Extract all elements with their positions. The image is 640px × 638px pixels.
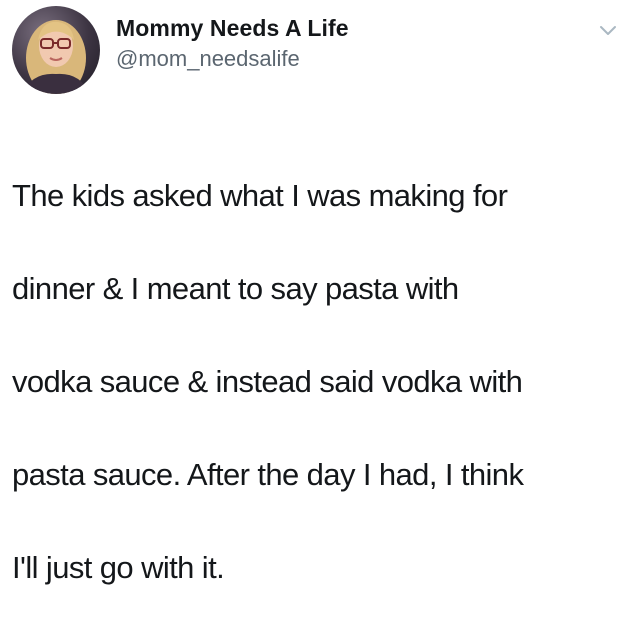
author-names: Mommy Needs A Life @mom_needsalife <box>116 14 349 72</box>
avatar[interactable] <box>12 6 100 94</box>
tweet-card: Mommy Needs A Life @mom_needsalife The k… <box>0 0 640 585</box>
tweet-text: The kids asked what I was making for din… <box>12 126 628 638</box>
tweet-text-line: pasta sauce. After the day I had, I thin… <box>12 456 524 492</box>
author-display-name[interactable]: Mommy Needs A Life <box>116 14 349 42</box>
tweet-text-line: I'll just go with it. <box>12 549 225 585</box>
author-handle[interactable]: @mom_needsalife <box>116 46 349 72</box>
profile-photo-icon <box>22 20 90 94</box>
tweet-text-line: vodka sauce & instead said vodka with <box>12 363 523 399</box>
chevron-down-icon[interactable] <box>596 18 620 42</box>
tweet-text-line: The kids asked what I was making for <box>12 177 508 213</box>
tweet-header: Mommy Needs A Life @mom_needsalife <box>12 6 628 96</box>
tweet-text-line: dinner & I meant to say pasta with <box>12 270 459 306</box>
